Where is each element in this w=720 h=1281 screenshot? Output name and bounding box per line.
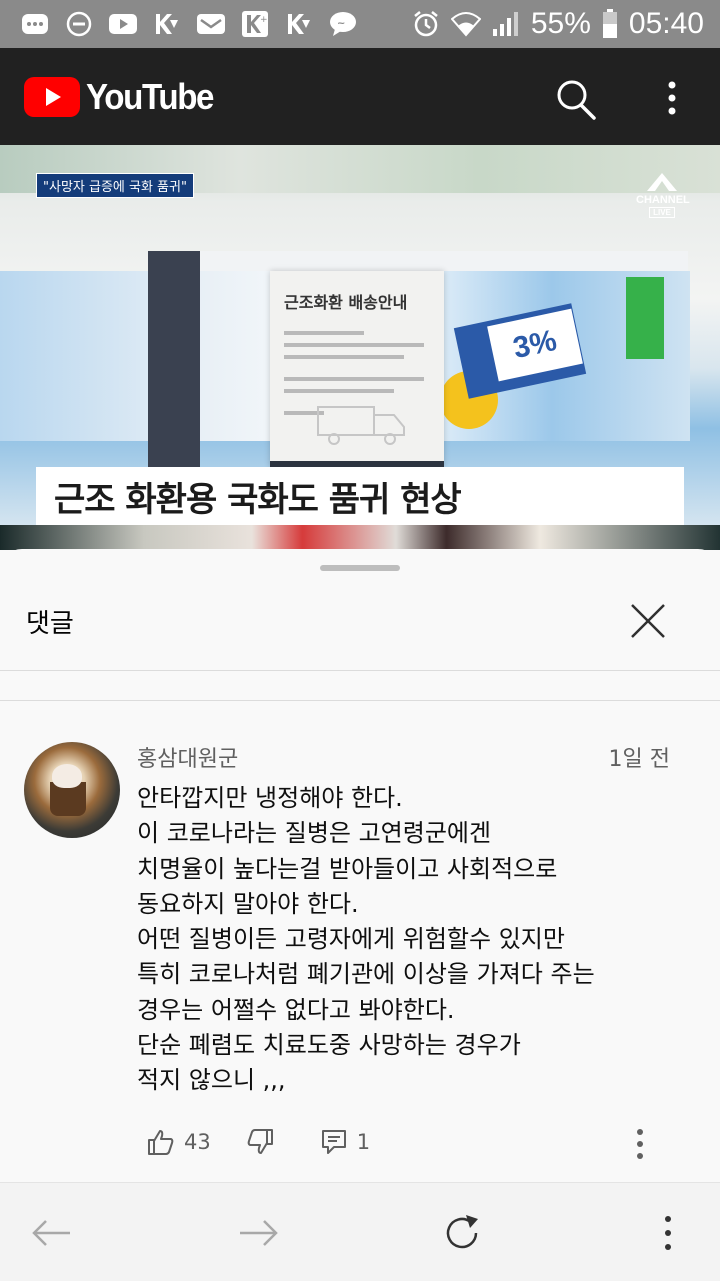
live-badge: LIVE — [649, 207, 675, 218]
popup-line — [284, 355, 404, 359]
reply-button[interactable] — [319, 1127, 349, 1157]
alarm-icon — [411, 9, 441, 39]
logo-text: YouTube — [86, 76, 214, 117]
more-options-button[interactable] — [660, 76, 684, 122]
news-caption-bar: 근조 화환용 국화도 품귀 현상 — [36, 467, 684, 525]
drag-handle[interactable] — [320, 565, 400, 571]
browser-menu-button[interactable] — [646, 1211, 690, 1255]
battery-icon — [601, 9, 619, 39]
like-button[interactable] — [146, 1127, 176, 1157]
comments-sheet: 댓글 홍삼대원군 1일 전 안타깝지만 냉정해야 한다. 이 코로나라는 질병은… — [0, 549, 720, 1280]
more-vert-icon — [665, 1216, 671, 1250]
close-button[interactable] — [626, 599, 670, 643]
forward-button[interactable] — [236, 1211, 280, 1255]
popup-line — [284, 389, 394, 393]
k-app-icon — [284, 9, 314, 39]
flower-wreath-strip — [0, 525, 720, 550]
avatar[interactable] — [24, 742, 120, 838]
search-icon — [557, 80, 596, 120]
signal-icon — [491, 9, 521, 39]
comment-time: 1일 전 — [608, 747, 670, 772]
comment-text: 안타깝지만 냉정해야 한다. 이 코로나라는 질병은 고연령군에겐 치명율이 높… — [137, 784, 595, 1095]
channel-logo-text: CHANNEL — [636, 194, 690, 206]
search-button[interactable] — [552, 76, 598, 122]
thumb-down-icon — [247, 1129, 273, 1154]
divider — [0, 670, 720, 671]
svg-text:~: ~ — [337, 18, 345, 29]
avatar-cream — [52, 764, 82, 788]
comment-icon — [321, 1130, 346, 1154]
close-icon — [631, 604, 665, 638]
popup-title: 근조화환 배송안내 — [284, 293, 408, 312]
dislike-button[interactable] — [245, 1127, 275, 1157]
youtube-play-icon — [24, 77, 80, 117]
popup-line — [284, 343, 424, 347]
side-ad-banner — [626, 277, 664, 359]
website-nav-strip — [148, 251, 688, 272]
mail-app-icon — [196, 9, 226, 39]
more-horiz-icon — [20, 9, 50, 39]
wifi-icon — [450, 9, 481, 39]
comment-author[interactable]: 홍삼대원군 — [137, 741, 238, 773]
battery-percent: 55% — [530, 7, 591, 40]
arrow-forward-icon — [240, 1220, 278, 1246]
status-bar: + ~ 55% 05:40 — [0, 0, 720, 48]
more-vert-icon — [668, 81, 676, 115]
k-app-icon — [152, 9, 182, 39]
svg-text:+: + — [260, 15, 268, 25]
system-status: 55% 05:40 — [411, 0, 704, 48]
notification-icons: + ~ — [20, 8, 358, 40]
popup-line — [284, 331, 364, 335]
chat-bubble-icon: ~ — [328, 9, 358, 39]
refresh-button[interactable] — [440, 1211, 484, 1255]
more-vert-icon — [637, 1129, 643, 1159]
reply-count: 1 — [356, 1130, 371, 1154]
like-count: 43 — [184, 1130, 211, 1154]
app-header: YouTube — [0, 48, 720, 145]
comment-more-button[interactable] — [626, 1127, 654, 1161]
news-headline-tag: "사망자 급증에 국화 품귀" — [36, 173, 194, 198]
refresh-icon — [446, 1215, 478, 1249]
arrow-back-icon — [32, 1220, 70, 1246]
browser-bottom-bar — [0, 1182, 720, 1281]
video-player[interactable]: "사망자 급증에 국화 품귀" CHANNEL LIVE 3% 근조화환 배송안… — [0, 145, 720, 550]
channel-a-logo: CHANNEL LIVE — [636, 173, 690, 218]
youtube-icon — [108, 9, 138, 39]
clock: 05:40 — [628, 7, 704, 40]
popup-line — [284, 377, 424, 381]
truck-icon — [317, 406, 405, 445]
back-button[interactable] — [30, 1211, 74, 1255]
news-caption: 근조 화환용 국화도 품귀 현상 — [54, 479, 462, 520]
youtube-logo[interactable]: YouTube — [24, 76, 224, 118]
comments-title: 댓글 — [26, 609, 74, 639]
divider — [0, 700, 720, 701]
do-not-disturb-icon — [64, 9, 94, 39]
thumb-up-icon — [148, 1130, 174, 1155]
delivery-popup: 근조화환 배송안내 — [270, 271, 444, 467]
k-plus-icon: + — [240, 9, 270, 39]
comment-actions: 43 1 — [146, 1125, 370, 1159]
